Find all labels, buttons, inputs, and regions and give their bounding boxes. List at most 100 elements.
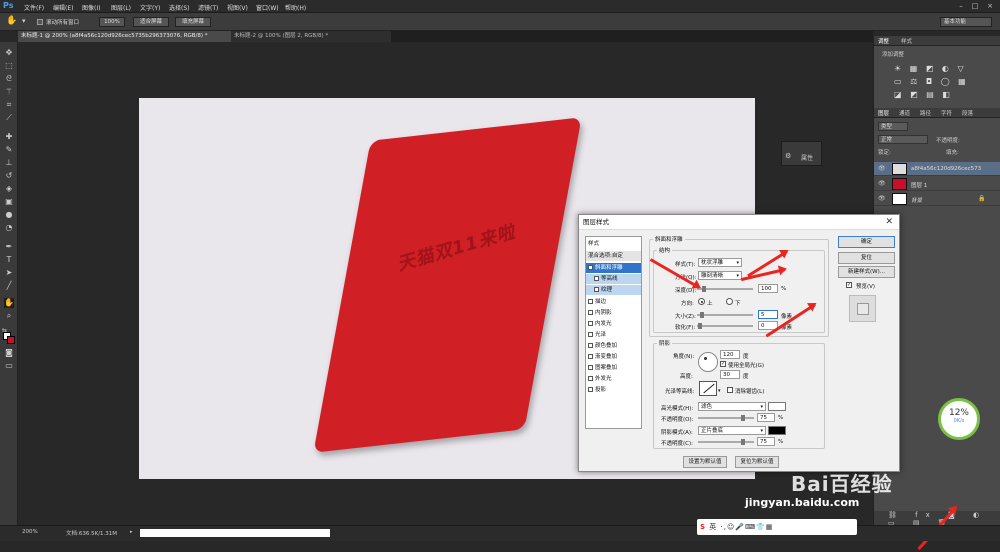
eraser-tool-icon[interactable]: ◈ bbox=[4, 184, 14, 194]
size-input[interactable]: 5 bbox=[758, 310, 778, 319]
zoom-level[interactable]: 200% bbox=[22, 529, 38, 535]
style-item-bevel[interactable]: 斜面和浮雕 bbox=[586, 263, 641, 273]
marquee-tool-icon[interactable]: ⬚ bbox=[4, 61, 14, 71]
zoom-100-button[interactable]: 100% bbox=[99, 17, 125, 27]
checkbox[interactable] bbox=[588, 376, 593, 381]
bevel-style-select[interactable]: 枕状浮雕 ▾ bbox=[698, 258, 742, 267]
shape-tool-icon[interactable]: ╱ bbox=[4, 281, 14, 291]
hand-tool-icon[interactable]: ✋ bbox=[4, 298, 14, 308]
tab-doc-2[interactable]: 未标题-2 @ 100% (图层 2, RGB/8) * bbox=[231, 31, 391, 42]
checkbox[interactable] bbox=[588, 387, 593, 392]
anti-alias-checkbox[interactable] bbox=[727, 387, 733, 393]
quick-mask-icon[interactable]: ◙ bbox=[4, 348, 14, 358]
shadow-mode-select[interactable]: 正片叠底 ▾ bbox=[698, 426, 766, 435]
crop-tool-icon[interactable]: ⌗ bbox=[4, 100, 14, 110]
brush-tool-icon[interactable]: ✎ bbox=[4, 145, 14, 155]
menu-file[interactable]: 文件(F) bbox=[24, 3, 44, 12]
blend-mode-select[interactable]: 正常 bbox=[878, 135, 928, 144]
gloss-contour-picker[interactable] bbox=[699, 381, 717, 396]
background-color-swatch[interactable] bbox=[7, 336, 15, 344]
chevron-right-icon[interactable]: ▸ bbox=[130, 529, 133, 535]
history-brush-icon[interactable]: ↺ bbox=[4, 171, 14, 181]
stamp-tool-icon[interactable]: ⊥ bbox=[4, 158, 14, 168]
ime-toolbar[interactable]: S 英 ·,☺🎤⌨👕▦ bbox=[697, 519, 857, 535]
style-item-satin[interactable]: 光泽 bbox=[586, 330, 641, 340]
ime-tool-icons[interactable]: ·,☺🎤⌨👕▦ bbox=[721, 523, 774, 531]
direction-down-radio[interactable] bbox=[726, 298, 733, 305]
slider-knob[interactable] bbox=[698, 323, 702, 329]
ime-language[interactable]: 英 bbox=[709, 523, 717, 531]
slider-knob[interactable] bbox=[741, 415, 745, 421]
altitude-input[interactable]: 30 bbox=[720, 370, 740, 379]
tab-styles[interactable]: 样式 bbox=[901, 37, 912, 45]
visibility-eye-icon[interactable]: 👁 bbox=[878, 180, 886, 187]
highlight-opacity-input[interactable]: 75 bbox=[757, 413, 775, 422]
horizontal-scrollbar[interactable] bbox=[140, 529, 330, 537]
menu-type[interactable]: 文字(Y) bbox=[140, 3, 160, 12]
menu-view[interactable]: 视图(V) bbox=[227, 3, 248, 12]
shadow-color-swatch[interactable] bbox=[768, 426, 786, 435]
healing-brush-icon[interactable]: ✚ bbox=[4, 132, 14, 142]
adjustment-icons-grid[interactable]: ☀ ▦ ◩ ◐ ▽ ▭ ⚖ ◘ ◯ ▦ ◪ ◩ ▤ ◧ bbox=[894, 62, 984, 104]
blend-options-item[interactable]: 混合选项:自定 bbox=[586, 251, 641, 261]
new-style-button[interactable]: 新建样式(W)... bbox=[838, 266, 895, 278]
style-item-drop-shadow[interactable]: 投影 bbox=[586, 385, 641, 395]
workspace-select[interactable]: 基本功能 bbox=[940, 17, 992, 27]
tab-adjustments[interactable]: 调整 bbox=[878, 37, 889, 45]
menu-help[interactable]: 帮助(H) bbox=[285, 3, 306, 12]
menu-select[interactable]: 选择(S) bbox=[169, 3, 190, 12]
network-gauge[interactable]: 12% 0K/s bbox=[938, 398, 980, 440]
menu-layer[interactable]: 图层(L) bbox=[111, 3, 131, 12]
dodge-tool-icon[interactable]: ◔ bbox=[4, 223, 14, 233]
magic-wand-icon[interactable]: ⚚ bbox=[4, 87, 14, 97]
style-item-contour[interactable]: 等高线 bbox=[586, 274, 641, 284]
checkbox[interactable] bbox=[588, 343, 593, 348]
style-item-color-overlay[interactable]: 颜色叠加 bbox=[586, 341, 641, 351]
highlight-color-swatch[interactable] bbox=[768, 402, 786, 411]
screen-mode-icon[interactable]: ▭ bbox=[4, 361, 14, 371]
highlight-opacity-slider[interactable] bbox=[698, 415, 754, 421]
checkbox[interactable] bbox=[588, 365, 593, 370]
eyedropper-icon[interactable]: ⟋ bbox=[4, 113, 14, 123]
maximize-icon[interactable]: □ bbox=[970, 1, 980, 11]
tab-channels[interactable]: 通道 bbox=[899, 109, 910, 117]
path-select-icon[interactable]: ➤ bbox=[4, 268, 14, 278]
reset-button[interactable]: 复位 bbox=[838, 252, 895, 264]
checkbox[interactable] bbox=[588, 310, 593, 315]
layer-row[interactable]: 👁 图层 1 bbox=[874, 177, 1000, 191]
layer-row[interactable]: 👁 背景 🔒 bbox=[874, 192, 1000, 206]
text-tool-icon[interactable]: T bbox=[4, 255, 14, 265]
blur-tool-icon[interactable]: ● bbox=[4, 210, 14, 220]
checkbox[interactable] bbox=[588, 265, 593, 270]
checkbox[interactable] bbox=[588, 321, 593, 326]
zoom-tool-icon[interactable]: ⌕ bbox=[4, 311, 14, 321]
layers-footer-icons[interactable]: ⛓ fx ◙ ◐ ▭ ▤ 🗑 bbox=[874, 511, 1000, 527]
technique-select[interactable]: 雕刻清晰 ▾ bbox=[698, 271, 742, 280]
lasso-tool-icon[interactable]: ᘓ bbox=[4, 74, 14, 84]
ok-button[interactable]: 确定 bbox=[838, 236, 895, 248]
direction-up-radio[interactable] bbox=[698, 298, 705, 305]
angle-input[interactable]: 120 bbox=[720, 350, 740, 359]
fill-screen-button[interactable]: 填充屏幕 bbox=[175, 17, 211, 27]
shadow-opacity-slider[interactable] bbox=[698, 439, 754, 445]
visibility-eye-icon[interactable]: 👁 bbox=[878, 165, 886, 172]
style-item-inner-shadow[interactable]: 内阴影 bbox=[586, 308, 641, 318]
layer-kind-select[interactable]: 类型 bbox=[878, 122, 908, 131]
move-tool-icon[interactable]: ✥ bbox=[4, 48, 14, 58]
slider-knob[interactable] bbox=[702, 286, 706, 292]
layer-row[interactable]: 👁 a8f4a56c120d926cec573... bbox=[874, 162, 1000, 176]
highlight-mode-select[interactable]: 滤色 ▾ bbox=[698, 402, 766, 411]
styles-header[interactable]: 样式 bbox=[586, 239, 641, 249]
menu-image[interactable]: 图像(I) bbox=[82, 3, 100, 12]
global-light-checkbox[interactable]: ✓ bbox=[720, 361, 726, 367]
minimize-icon[interactable]: – bbox=[956, 1, 966, 11]
tab-paragraph[interactable]: 段落 bbox=[962, 109, 973, 117]
scroll-all-checkbox[interactable] bbox=[37, 19, 43, 25]
checkbox[interactable] bbox=[588, 354, 593, 359]
slider-knob[interactable] bbox=[741, 439, 745, 445]
tab-paths[interactable]: 路径 bbox=[920, 109, 931, 117]
checkbox[interactable] bbox=[588, 299, 593, 304]
depth-input[interactable]: 100 bbox=[758, 284, 778, 293]
tab-layers[interactable]: 图层 bbox=[878, 109, 889, 117]
soften-slider[interactable] bbox=[697, 323, 753, 329]
